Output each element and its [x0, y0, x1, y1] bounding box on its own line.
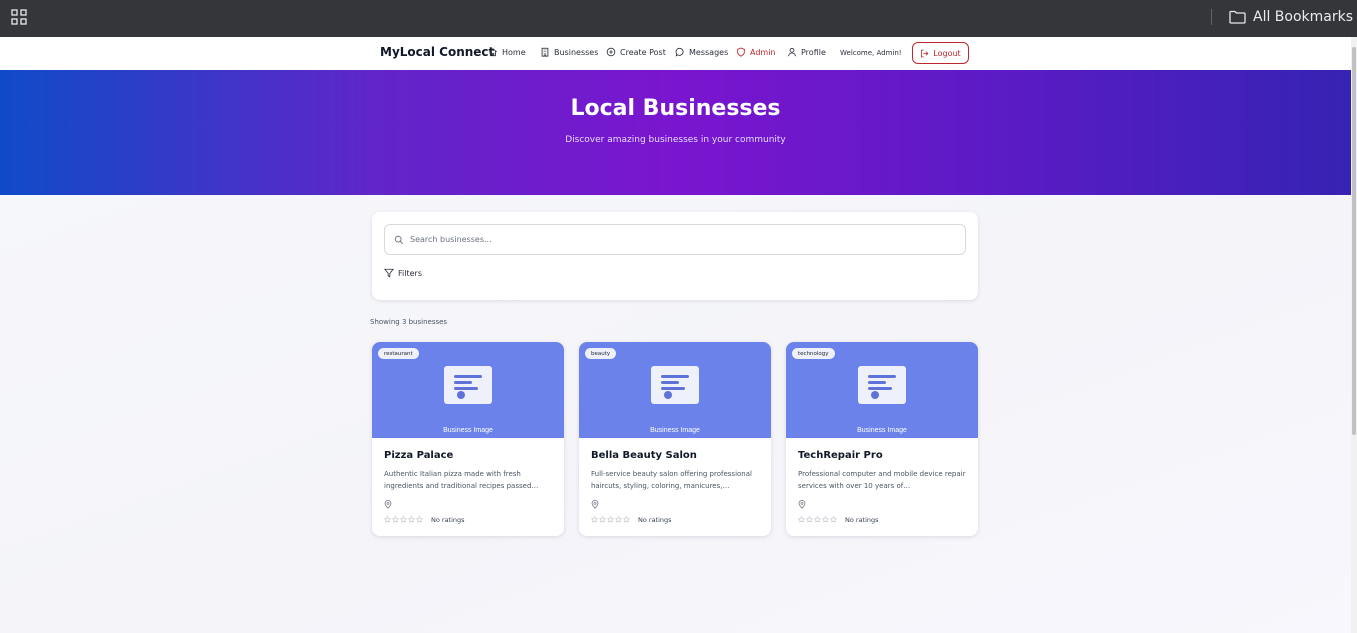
- nav-messages-label: Messages: [689, 47, 729, 57]
- star-icon: [806, 516, 813, 523]
- location-pin-icon: [798, 500, 806, 509]
- star-icon: [591, 516, 598, 523]
- star-icon: [822, 516, 829, 523]
- filter-icon: [384, 268, 394, 278]
- nav-create-post-label: Create Post: [620, 47, 666, 57]
- browser-bookmarks-bar: All Bookmarks: [0, 0, 1357, 37]
- nav-profile-label: Profile: [801, 47, 826, 57]
- nav-create-post[interactable]: Create Post: [606, 47, 666, 57]
- image-label: Business Image: [443, 427, 493, 434]
- page-scrollbar[interactable]: [1351, 37, 1357, 633]
- shield-icon: [737, 47, 745, 57]
- business-description: Full-service beauty salon offering profe…: [591, 470, 752, 490]
- welcome-text: Welcome, Admin!: [840, 49, 902, 57]
- nav-businesses-label: Businesses: [554, 47, 599, 57]
- category-badge: restaurant: [378, 348, 419, 359]
- star-icon: [814, 516, 821, 523]
- business-image: beauty Business Image: [579, 342, 771, 438]
- home-icon: [488, 48, 498, 57]
- location-pin-icon: [591, 500, 599, 509]
- building-icon: [541, 47, 549, 57]
- image-placeholder-icon: [858, 366, 906, 404]
- business-image: restaurant Business Image: [372, 342, 564, 438]
- search-box[interactable]: [384, 224, 966, 255]
- business-card[interactable]: technology Business Image TechRepair Pro…: [786, 342, 978, 536]
- logout-button[interactable]: Logout: [912, 42, 969, 64]
- star-icon: [400, 516, 407, 523]
- filters-label: Filters: [398, 268, 422, 278]
- rating-stars: [384, 516, 423, 523]
- business-card[interactable]: beauty Business Image Bella Beauty Salon…: [579, 342, 771, 536]
- category-badge: beauty: [585, 348, 617, 359]
- star-icon: [798, 516, 805, 523]
- nav-admin-label: Admin: [750, 47, 776, 57]
- business-image: technology Business Image: [786, 342, 978, 438]
- page-title: Local Businesses: [570, 96, 781, 121]
- user-icon: [788, 48, 796, 57]
- rating-text: No ratings: [845, 516, 879, 524]
- nav-businesses[interactable]: Businesses: [540, 47, 598, 57]
- search-icon: [394, 235, 404, 244]
- star-icon: [392, 516, 399, 523]
- star-icon: [599, 516, 606, 523]
- scrollbar-thumb[interactable]: [1352, 47, 1356, 435]
- top-navbar: MyLocal Connect Home Businesses Create P…: [0, 37, 1351, 70]
- message-icon: [675, 47, 684, 57]
- location-pin-icon: [384, 500, 392, 509]
- star-icon: [416, 516, 423, 523]
- page-viewport: MyLocal Connect Home Businesses Create P…: [0, 37, 1351, 633]
- rating-stars: [591, 516, 630, 523]
- folder-icon: [1229, 10, 1246, 24]
- nav-profile[interactable]: Profile: [787, 47, 826, 57]
- all-bookmarks-label: All Bookmarks: [1253, 9, 1354, 25]
- nav-home-label: Home: [502, 47, 526, 57]
- image-label: Business Image: [857, 427, 907, 434]
- search-panel: Filters: [372, 212, 978, 300]
- image-label: Business Image: [650, 427, 700, 434]
- business-name[interactable]: Pizza Palace: [384, 450, 453, 461]
- category-badge: technology: [792, 348, 835, 359]
- apps-grid-icon[interactable]: [11, 9, 27, 25]
- business-card[interactable]: restaurant Business Image Pizza Palace A…: [372, 342, 564, 536]
- logout-label: Logout: [933, 48, 961, 58]
- star-icon: [408, 516, 415, 523]
- star-icon: [607, 516, 614, 523]
- star-icon: [623, 516, 630, 523]
- rating-text: No ratings: [431, 516, 465, 524]
- search-input[interactable]: [410, 235, 950, 244]
- all-bookmarks-button[interactable]: All Bookmarks: [1229, 7, 1353, 27]
- results-count: Showing 3 businesses: [370, 318, 448, 326]
- star-icon: [615, 516, 622, 523]
- business-name[interactable]: Bella Beauty Salon: [591, 450, 697, 461]
- star-icon: [384, 516, 391, 523]
- plus-circle-icon: [606, 47, 616, 57]
- image-placeholder-icon: [651, 366, 699, 404]
- nav-admin[interactable]: Admin: [736, 47, 776, 57]
- logout-icon: [921, 49, 929, 57]
- rating-text: No ratings: [638, 516, 672, 524]
- brand-logo[interactable]: MyLocal Connect: [380, 45, 494, 59]
- star-icon: [830, 516, 837, 523]
- image-placeholder-icon: [444, 366, 492, 404]
- rating-stars: [798, 516, 837, 523]
- page-subtitle: Discover amazing businesses in your comm…: [565, 135, 786, 145]
- business-description: Professional computer and mobile device …: [798, 470, 966, 490]
- nav-home[interactable]: Home: [488, 47, 526, 57]
- bookmarks-divider: [1211, 9, 1212, 25]
- business-description: Authentic Italian pizza made with fresh …: [384, 470, 539, 490]
- hero-banner: Local Businesses Discover amazing busine…: [0, 70, 1351, 195]
- filters-button[interactable]: Filters: [384, 268, 422, 278]
- nav-messages[interactable]: Messages: [675, 47, 728, 57]
- business-name[interactable]: TechRepair Pro: [798, 450, 883, 461]
